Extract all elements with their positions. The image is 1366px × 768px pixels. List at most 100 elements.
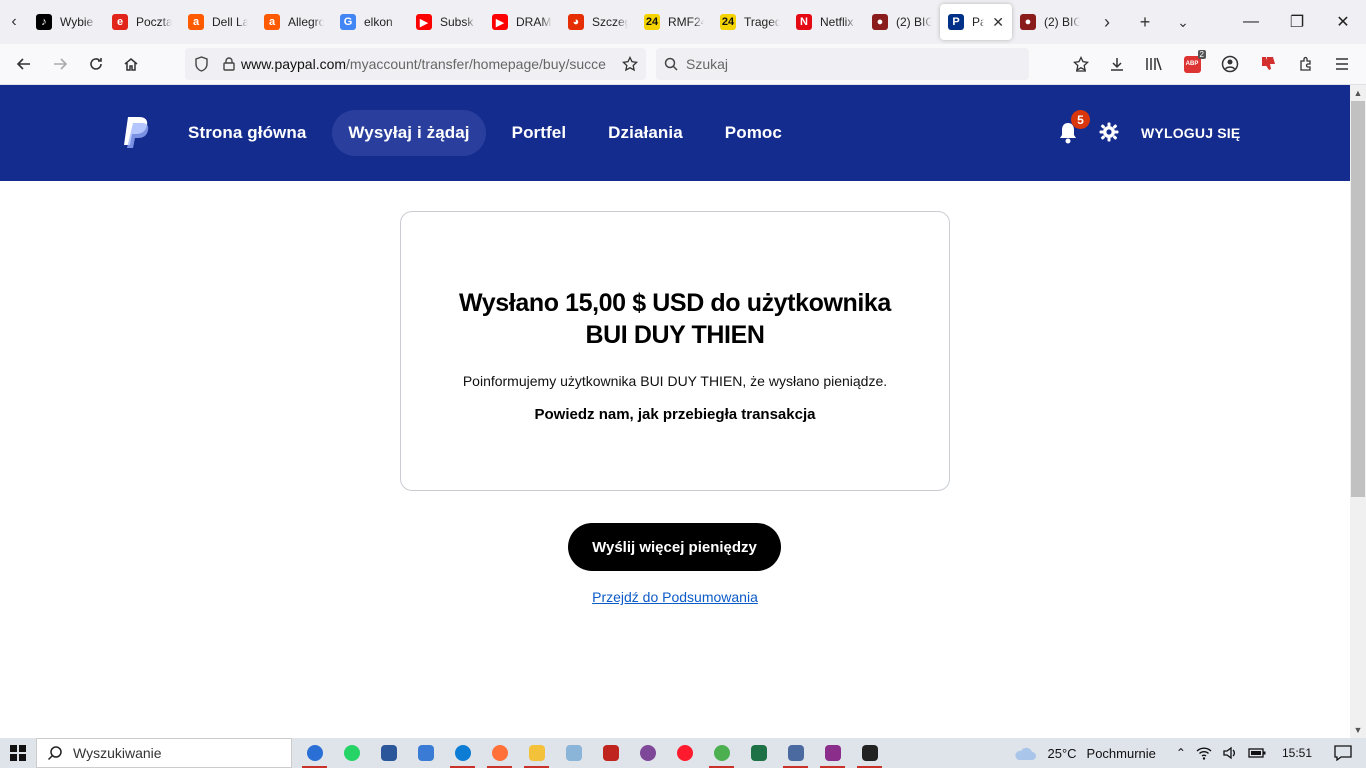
taskbar-app[interactable] [370, 738, 407, 768]
google-icon: G [340, 14, 356, 30]
tab-scroll-right-button[interactable]: › [1088, 0, 1126, 44]
pocket-button[interactable] [1065, 48, 1097, 80]
confirmation-card: Wysłano 15,00 $ USD do użytkownika BUI D… [400, 211, 950, 491]
nav-item-1[interactable]: Wysyłaj i żądaj [332, 110, 486, 156]
browser-tab[interactable]: ◕ Szczeg [560, 4, 636, 40]
adblock-button[interactable]: ABP 2 [1176, 48, 1208, 80]
web-search-input[interactable] [686, 56, 1006, 72]
extensions-button[interactable] [1290, 48, 1322, 80]
minimize-button[interactable]: — [1228, 0, 1274, 44]
browser-tab[interactable]: e Poczta [104, 4, 180, 40]
taskbar-app[interactable] [851, 738, 888, 768]
taskbar-app[interactable] [629, 738, 666, 768]
taskbar-app[interactable] [333, 738, 370, 768]
browser-tab[interactable]: a Allegro [256, 4, 332, 40]
battery-icon[interactable] [1248, 747, 1266, 759]
browser-tab[interactable]: 24 RMF24 [636, 4, 712, 40]
browser-tab[interactable]: P Pay ✕ [940, 4, 1012, 40]
send-more-money-button[interactable]: Wyślij więcej pieniędzy [568, 523, 781, 571]
dislike-extension-button[interactable] [1252, 48, 1284, 80]
taskbar-app[interactable] [518, 738, 555, 768]
notification-center-icon[interactable] [1334, 745, 1352, 761]
arrow-left-icon [16, 58, 30, 70]
home-button[interactable] [113, 48, 149, 80]
browser-tab[interactable]: ● (2) BIG [864, 4, 940, 40]
taskbar-app[interactable] [296, 738, 333, 768]
taskbar-app[interactable] [592, 738, 629, 768]
menu-button[interactable] [1326, 48, 1358, 80]
clock-time[interactable]: 15:51 [1282, 746, 1312, 760]
lock-icon[interactable] [217, 57, 241, 71]
taskbar-app[interactable] [666, 738, 703, 768]
address-bar[interactable]: www.paypal.com/myaccount/transfer/homepa… [185, 48, 646, 80]
paypal-main-nav: Strona główna Wysyłaj i żądaj Portfel Dział… [172, 110, 808, 156]
bookmark-star-icon[interactable] [614, 56, 646, 72]
confirmation-title: Wysłano 15,00 $ USD do użytkownika BUI D… [401, 287, 949, 351]
download-icon [1111, 58, 1123, 71]
rmf24-icon: 24 [644, 14, 660, 30]
weather-description[interactable]: Pochmurnie [1087, 746, 1156, 761]
scrollbar-thumb[interactable] [1351, 101, 1365, 497]
taskbar-app[interactable] [777, 738, 814, 768]
scroll-up-arrow-icon[interactable]: ▲ [1350, 85, 1366, 101]
adblock-badge: 2 [1197, 50, 1206, 59]
speaker-icon[interactable] [1222, 746, 1238, 760]
page-scrollbar[interactable]: ▲ ▼ [1350, 85, 1366, 738]
shield-icon[interactable] [185, 56, 217, 72]
back-button[interactable] [6, 48, 42, 80]
chevron-up-icon[interactable]: ⌃ [1176, 746, 1186, 760]
weather-temperature[interactable]: 25°C [1047, 746, 1076, 761]
browser-tab[interactable]: ♪ Wybie [28, 4, 104, 40]
settings-gear-icon[interactable] [1099, 122, 1119, 142]
account-icon [1221, 55, 1239, 73]
browser-tab[interactable]: ▶ Subsk [408, 4, 484, 40]
wifi-icon[interactable] [1196, 746, 1212, 760]
nav-item-2[interactable]: Portfel [496, 110, 583, 156]
browser-tab[interactable]: a Dell La [180, 4, 256, 40]
close-tab-icon[interactable]: ✕ [992, 14, 1004, 31]
nav-item-3[interactable]: Działania [592, 110, 699, 156]
downloads-button[interactable] [1101, 48, 1133, 80]
go-to-summary-link[interactable]: Przejdź do Podsumowania [592, 589, 758, 605]
taskbar-app[interactable] [555, 738, 592, 768]
restore-button[interactable]: ❐ [1274, 0, 1320, 44]
taskbar-app[interactable] [740, 738, 777, 768]
control-panel-icon [417, 745, 434, 761]
taskbar-search[interactable]: Wyszukiwanie [36, 738, 292, 768]
reload-button[interactable] [78, 48, 114, 80]
tab-scroll-left-button[interactable]: ‹ [0, 0, 28, 44]
taskbar-app[interactable] [703, 738, 740, 768]
tab-list-button[interactable]: ⌄ [1164, 0, 1202, 44]
browser-tab[interactable]: ▶ DRAM [484, 4, 560, 40]
taskbar-apps [296, 738, 888, 768]
url-text[interactable]: www.paypal.com/myaccount/transfer/homepa… [241, 56, 614, 72]
navigation-toolbar: www.paypal.com/myaccount/transfer/homepa… [0, 44, 1366, 85]
browser-tab[interactable]: N Netflix [788, 4, 864, 40]
logout-link[interactable]: WYLOGUJ SIĘ [1141, 125, 1240, 141]
browser-tab[interactable]: Gelkon [332, 4, 408, 40]
browser-tab[interactable]: 24 Traged [712, 4, 788, 40]
taskbar-app[interactable] [407, 738, 444, 768]
web-search-bar[interactable] [656, 48, 1029, 80]
cloud-weather-icon[interactable] [1013, 745, 1037, 761]
taskbar-app[interactable] [481, 738, 518, 768]
network-app-icon [787, 745, 804, 761]
account-button[interactable] [1214, 48, 1246, 80]
scroll-down-arrow-icon[interactable]: ▼ [1350, 722, 1366, 738]
nav-item-4[interactable]: Pomoc [709, 110, 798, 156]
start-button[interactable] [0, 738, 36, 768]
forward-button[interactable] [42, 48, 78, 80]
browser-tab-label: Poczta [136, 15, 172, 29]
browser-tab[interactable]: ● (2) BIG [1012, 4, 1088, 40]
feedback-prompt-link[interactable]: Powiedz nam, jak przebiegła transakcja [401, 406, 949, 423]
taskbar-app[interactable] [444, 738, 481, 768]
close-window-button[interactable]: ✕ [1320, 0, 1366, 44]
library-icon [1146, 57, 1162, 71]
paypal-logo-icon[interactable] [120, 115, 152, 151]
library-button[interactable] [1138, 48, 1170, 80]
taskbar-app[interactable] [814, 738, 851, 768]
nav-item-0[interactable]: Strona główna [172, 110, 322, 156]
new-tab-button[interactable]: + [1126, 0, 1164, 44]
chrome-icon [713, 745, 730, 761]
youtube-icon: ▶ [492, 14, 508, 30]
